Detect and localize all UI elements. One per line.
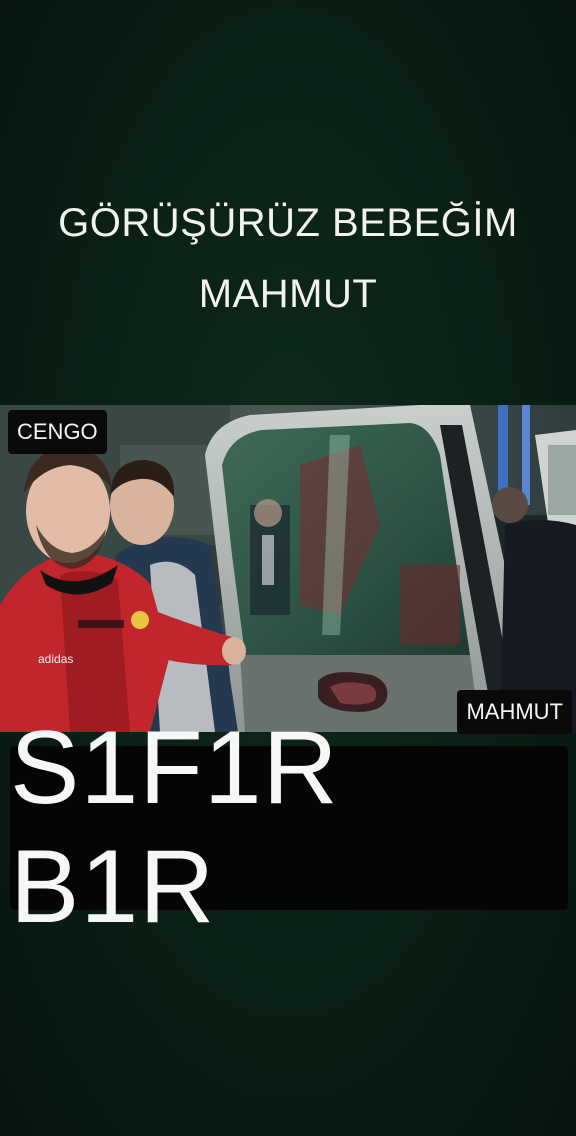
window-reflection-head <box>254 499 282 527</box>
jersey-stripe <box>78 620 124 628</box>
video-scene: adidas <box>0 405 576 732</box>
window-reflection-shirt <box>262 535 274 585</box>
caption-line-1: GÖRÜŞÜRÜZ BEBEĞİM <box>58 201 518 245</box>
person-main-hand <box>222 637 246 665</box>
person-right-head <box>492 487 528 523</box>
jersey-brand: adidas <box>38 652 73 666</box>
title-banner: S1F1R B1R <box>10 710 568 945</box>
right-door-window <box>548 445 576 515</box>
speaker-label-cengo: CENGO <box>8 410 107 454</box>
window-reflection-person <box>400 565 460 645</box>
pillar <box>522 405 530 505</box>
title-text: S1F1R B1R <box>10 710 339 945</box>
caption-line-2: MAHMUT <box>198 272 378 316</box>
jersey-logo <box>131 611 149 629</box>
video-frame: adidas <box>0 405 576 732</box>
